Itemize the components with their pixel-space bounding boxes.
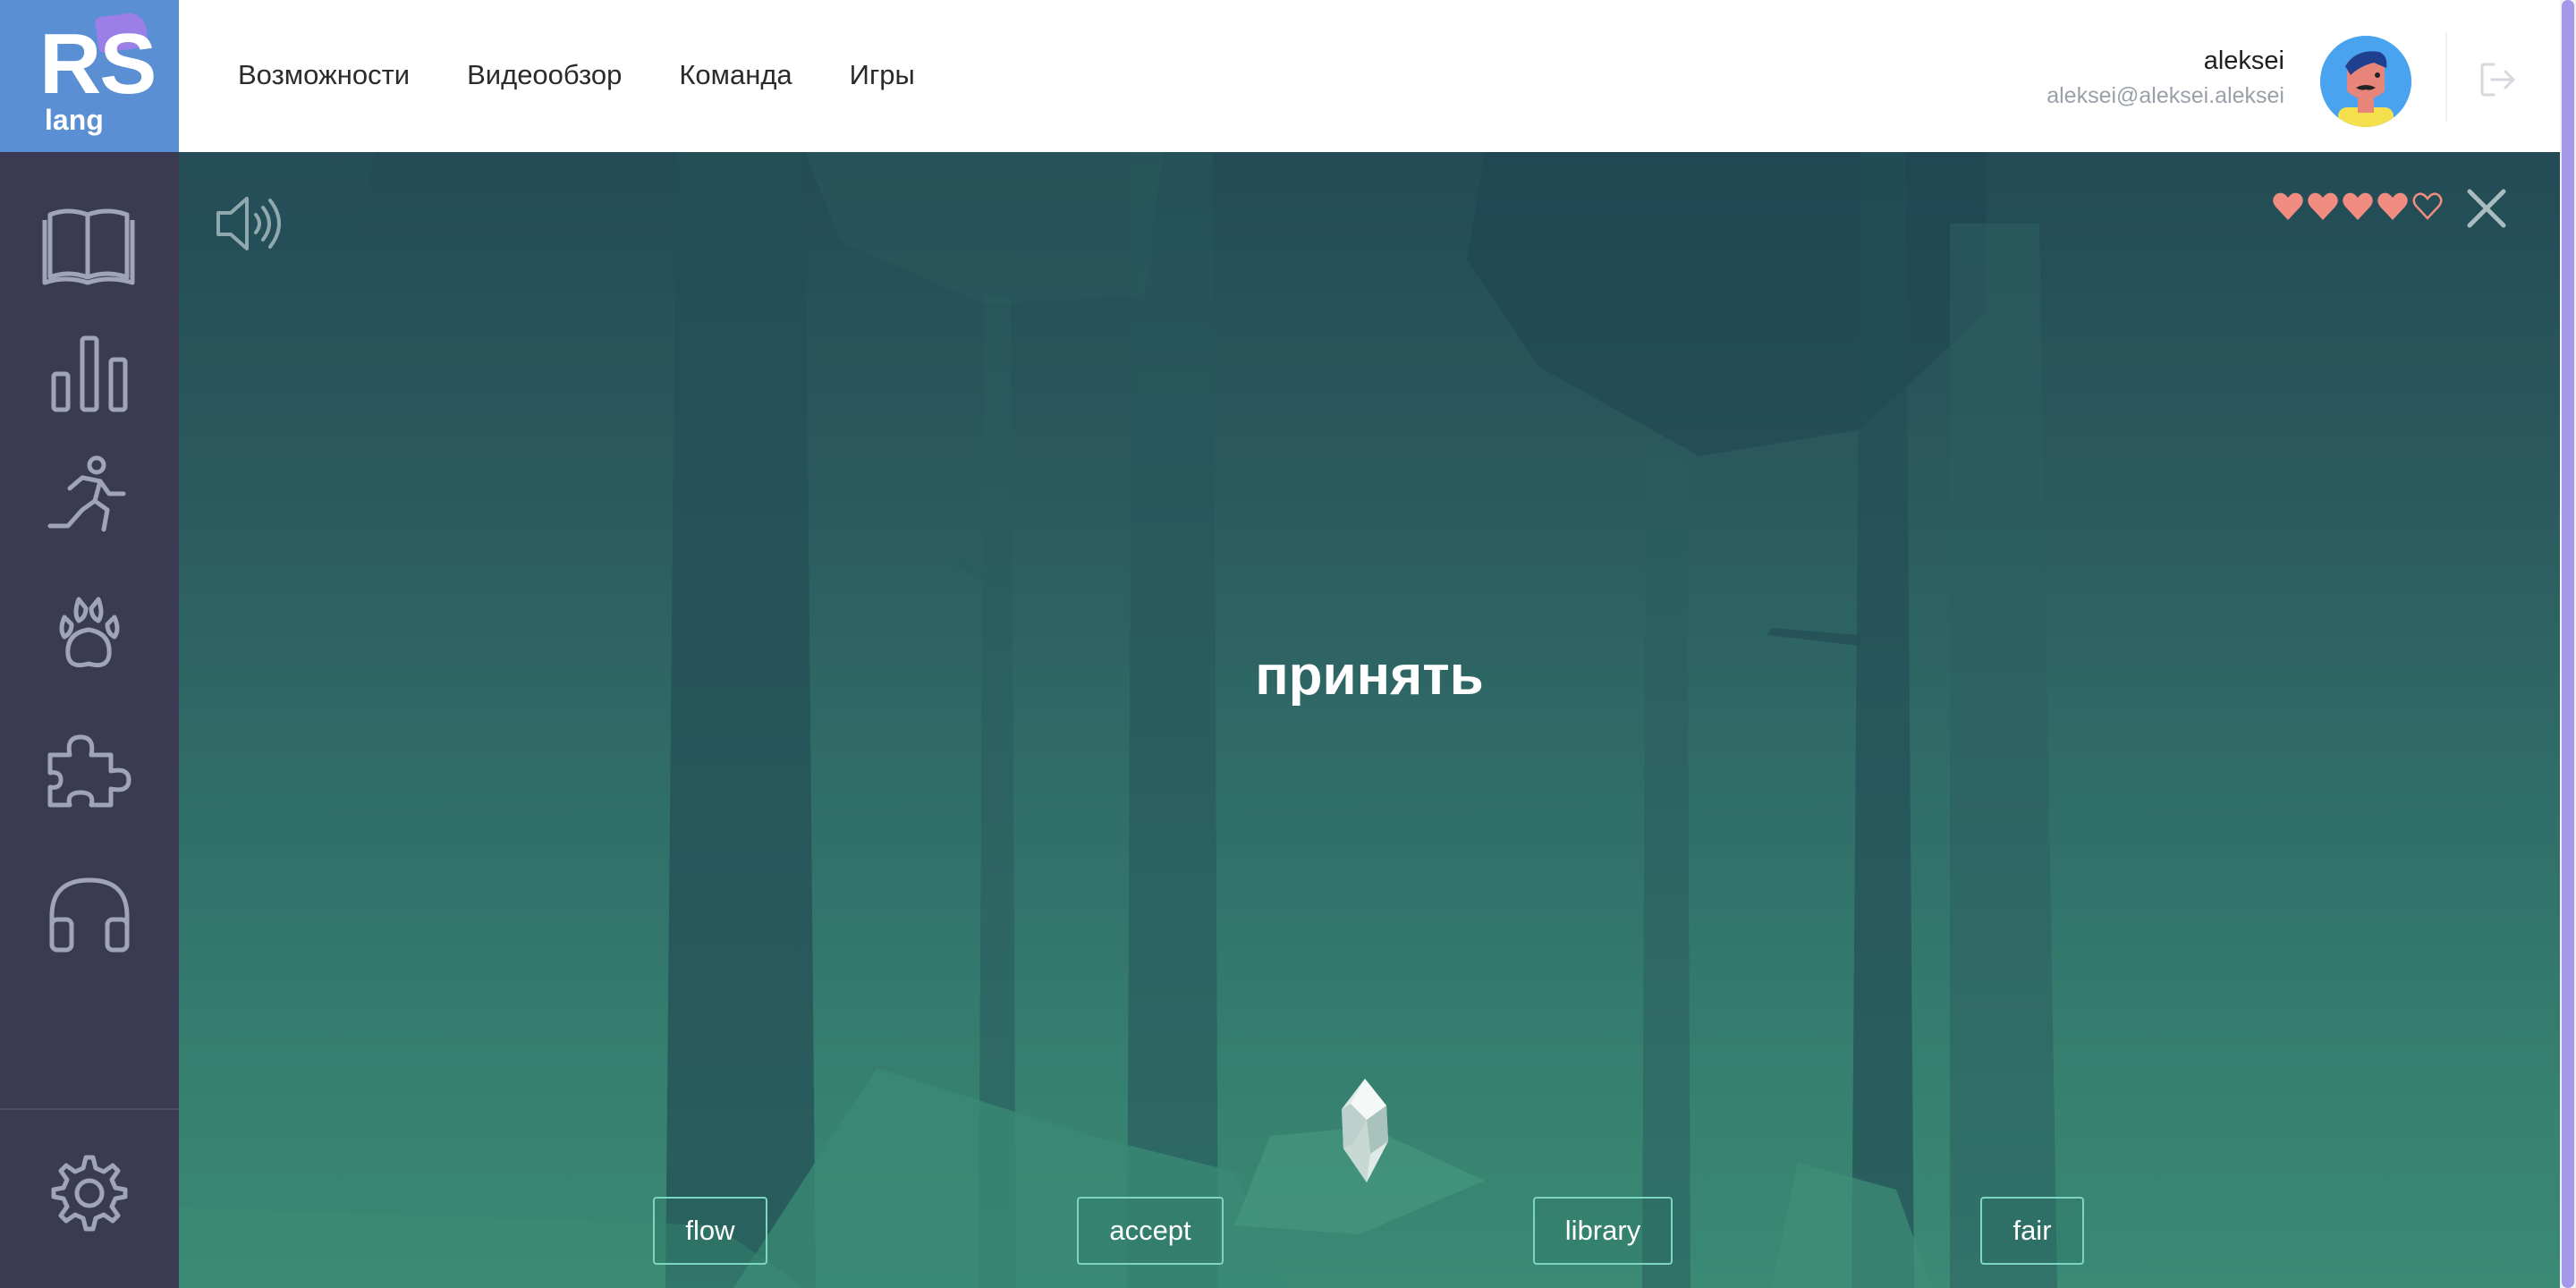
paw-icon[interactable] bbox=[39, 590, 140, 676]
puzzle-icon[interactable] bbox=[39, 724, 140, 810]
gear-icon[interactable] bbox=[39, 1150, 140, 1236]
nav-item-features[interactable]: Возможности bbox=[238, 59, 410, 91]
logout-icon[interactable] bbox=[2478, 59, 2519, 100]
sidebar-separator bbox=[0, 1108, 179, 1110]
nav-item-team[interactable]: Команда bbox=[679, 59, 792, 91]
avatar[interactable] bbox=[2320, 36, 2411, 127]
nav-item-games[interactable]: Игры bbox=[850, 59, 915, 91]
user-info: aleksei aleksei@aleksei.aleksei bbox=[2046, 47, 2284, 109]
scrollbar-thumb[interactable] bbox=[2562, 0, 2574, 1288]
target-word: принять bbox=[1255, 645, 1484, 707]
header: RS lang Возможности Видеообзор Команда И… bbox=[0, 0, 2560, 152]
heart-empty-icon bbox=[2411, 191, 2444, 222]
heart-filled-icon bbox=[2272, 191, 2304, 222]
speaker-icon[interactable] bbox=[213, 188, 288, 259]
sidebar bbox=[0, 152, 179, 1288]
answer-button-accept[interactable]: accept bbox=[1077, 1197, 1224, 1265]
header-separator bbox=[2445, 32, 2447, 122]
logo-sub-text: lang bbox=[45, 104, 104, 136]
answer-button-library[interactable]: library bbox=[1533, 1197, 1673, 1265]
main-nav: Возможности Видеообзор Команда Игры bbox=[238, 59, 915, 91]
user-email: aleksei@aleksei.aleksei bbox=[2046, 83, 2284, 108]
heart-filled-icon bbox=[2377, 191, 2409, 222]
logo-main-text: RS bbox=[39, 16, 157, 112]
nav-item-video[interactable]: Видеообзор bbox=[467, 59, 622, 91]
heart-filled-icon bbox=[2342, 191, 2374, 222]
close-icon[interactable] bbox=[2464, 186, 2509, 231]
answer-button-fair[interactable]: fair bbox=[1980, 1197, 2084, 1265]
runner-icon[interactable] bbox=[39, 454, 140, 540]
answer-button-flow[interactable]: flow bbox=[653, 1197, 767, 1265]
user-name: aleksei bbox=[2203, 47, 2284, 75]
game-area: принять flow accept library fair bbox=[179, 152, 2560, 1288]
headphones-icon[interactable] bbox=[39, 868, 140, 953]
stats-icon[interactable] bbox=[39, 331, 140, 417]
book-icon[interactable] bbox=[39, 202, 140, 288]
heart-filled-icon bbox=[2307, 191, 2339, 222]
logo[interactable]: RS lang bbox=[0, 0, 179, 152]
lives-indicator bbox=[2272, 191, 2444, 222]
crystal-icon bbox=[1340, 1079, 1390, 1186]
